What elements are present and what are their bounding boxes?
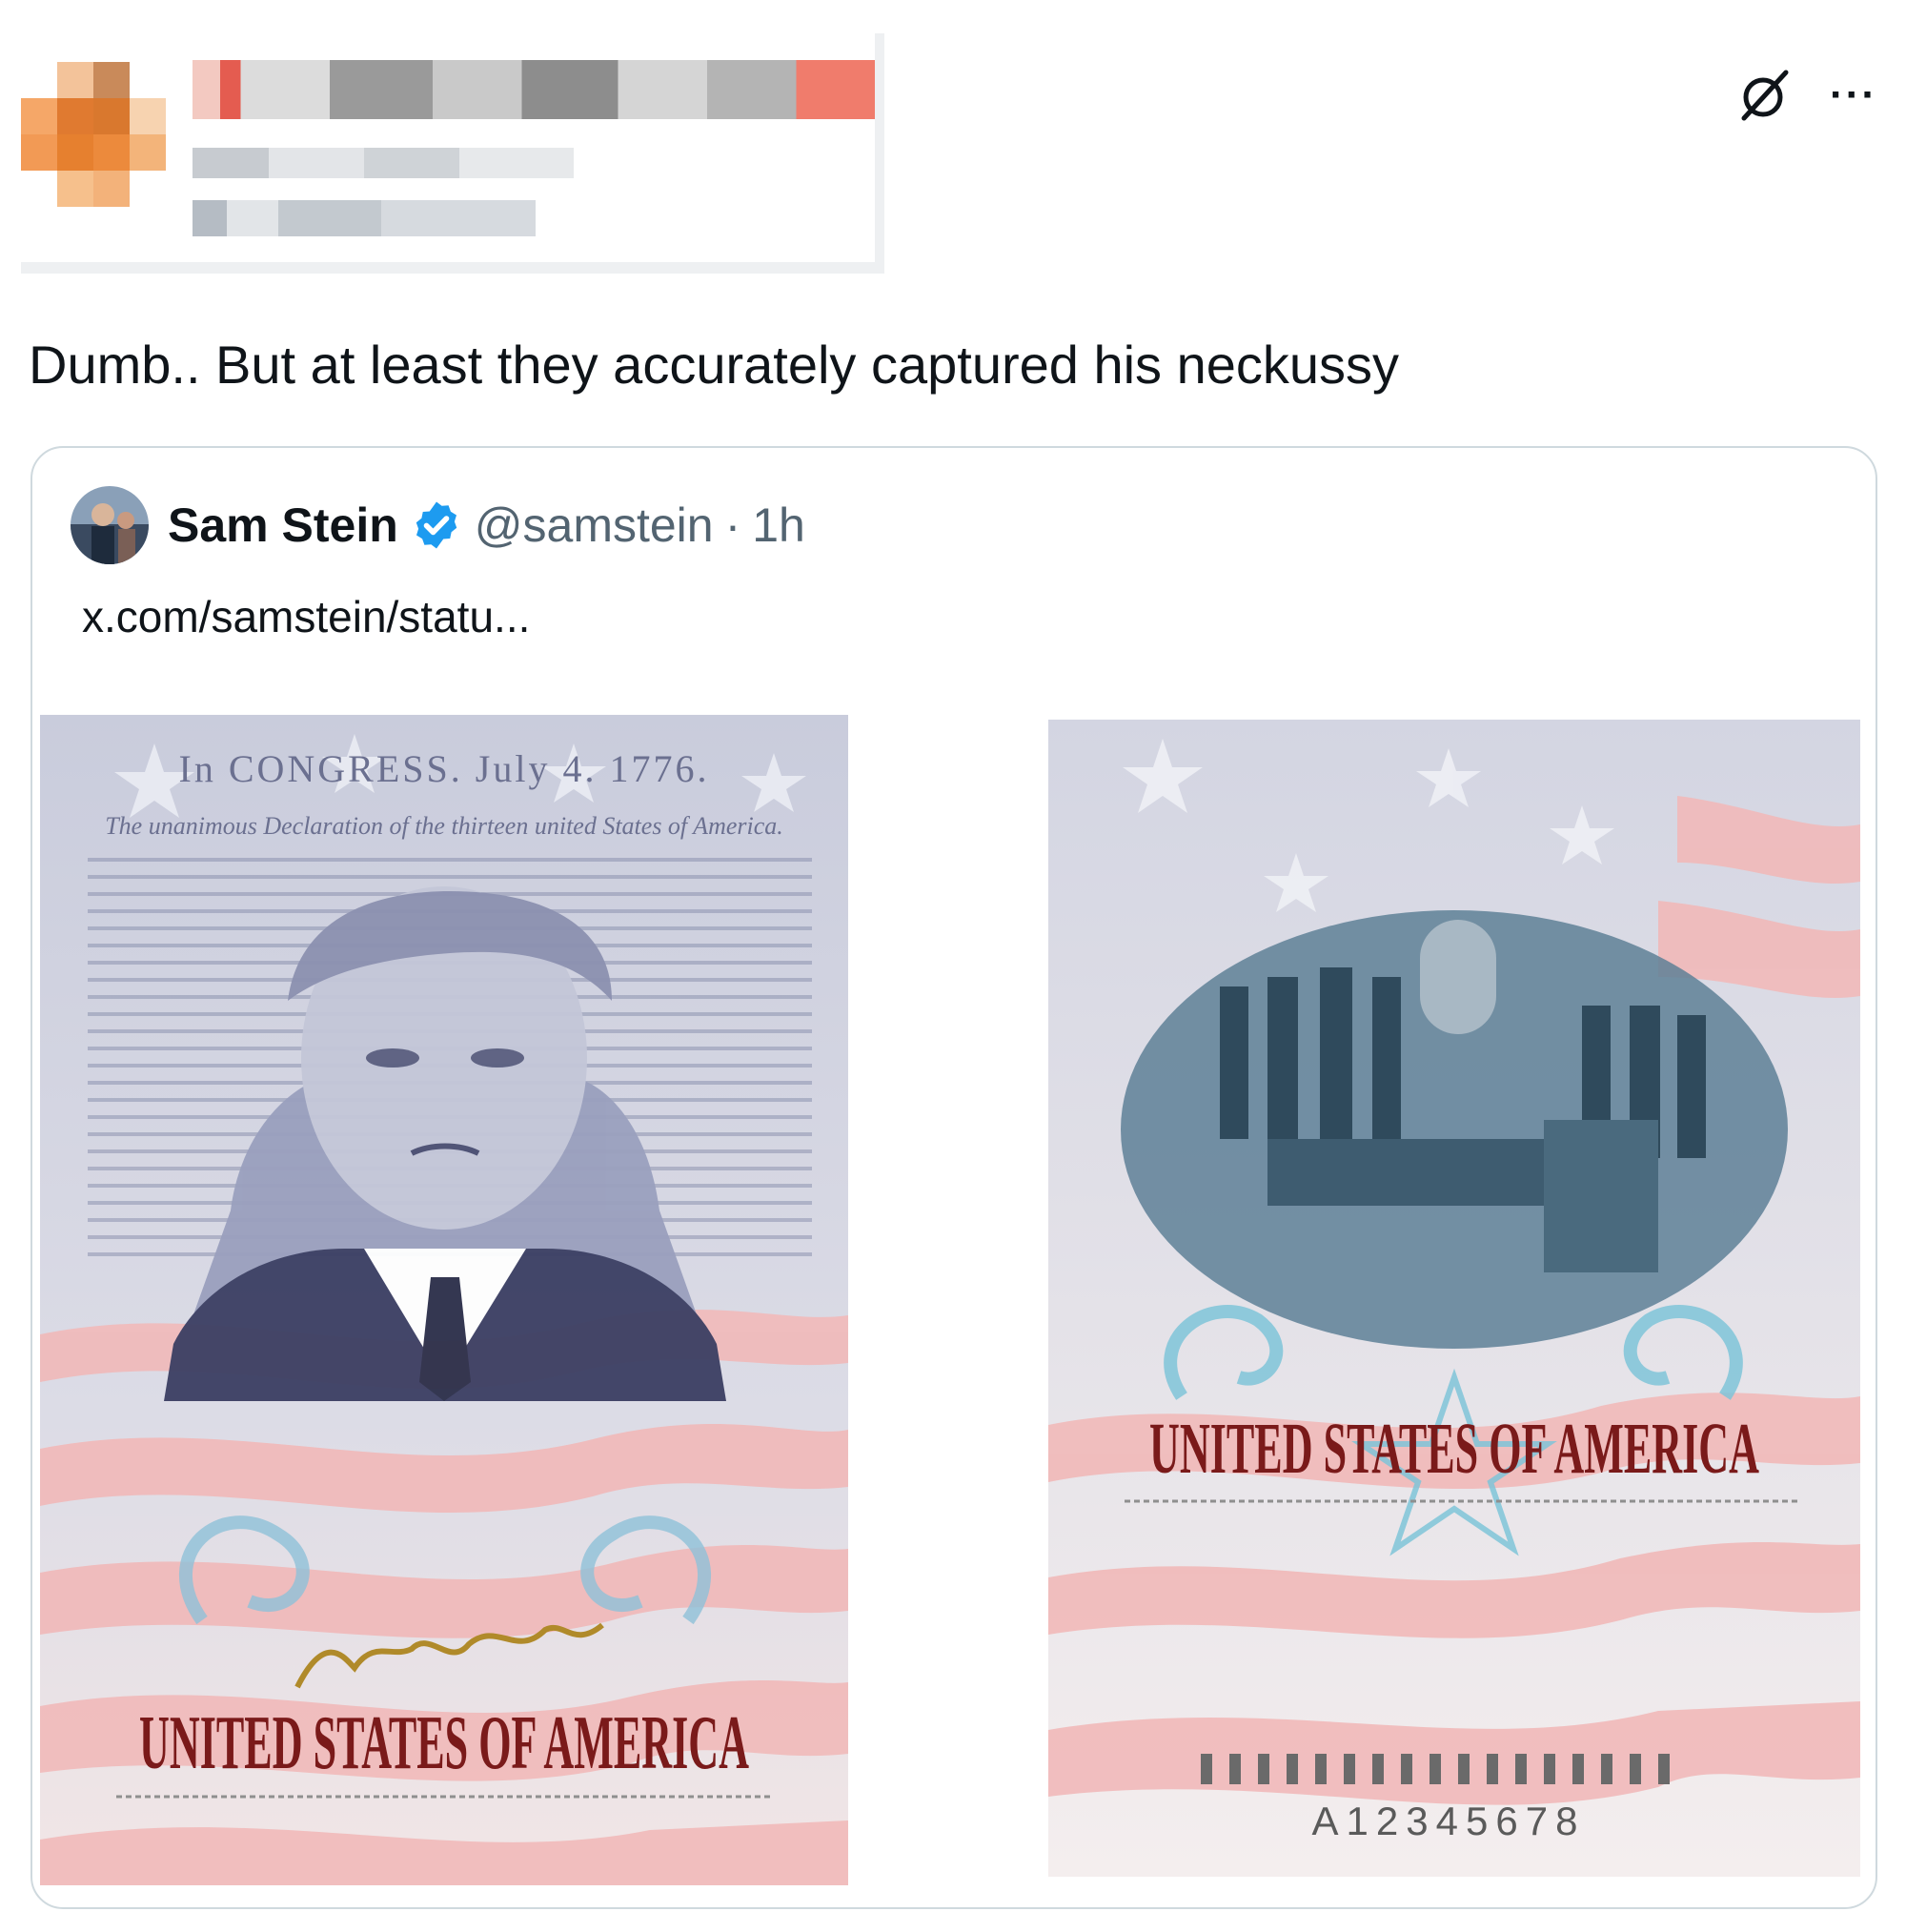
separator-dot: · <box>724 498 741 552</box>
quoted-post-header: Sam Stein @samstein · 1h <box>71 486 805 564</box>
passport-number: A12345678 <box>1312 1799 1586 1843</box>
quoted-author-name[interactable]: Sam Stein <box>168 498 398 553</box>
more-options-icon[interactable]: ··· <box>1830 74 1877 116</box>
passport-back-title: UNITED STATES OF AMERICA <box>1149 1409 1759 1489</box>
declaration-subheading: The unanimous Declaration of the thirtee… <box>105 812 783 840</box>
declaration-heading: In CONGRESS. July 4. 1776. <box>179 747 710 790</box>
verified-badge-icon <box>410 498 463 552</box>
passport-front-image[interactable]: In CONGRESS. July 4. 1776. The unanimous… <box>40 715 848 1885</box>
redacted-avatar <box>21 62 166 207</box>
grok-icon[interactable] <box>1736 67 1794 124</box>
redacted-author-header <box>21 33 884 276</box>
signing-scene-engraving <box>1121 910 1788 1349</box>
post-text: Dumb.. But at least they accurately capt… <box>29 335 1400 395</box>
quoted-author-avatar[interactable] <box>71 486 149 564</box>
quoted-post-link[interactable]: x.com/samstein/statu... <box>82 591 530 642</box>
post-actions: ··· <box>1736 67 1877 124</box>
quoted-post-card[interactable]: Sam Stein @samstein · 1h x.com/samstein/… <box>30 446 1877 1909</box>
quoted-post-time[interactable]: 1h <box>752 498 805 553</box>
passport-back-image[interactable]: UNITED STATES OF AMERICA A12345678 <box>1048 720 1860 1877</box>
quoted-author-handle[interactable]: @samstein <box>475 498 714 553</box>
passport-front-title: UNITED STATES OF AMERICA <box>139 1701 749 1785</box>
